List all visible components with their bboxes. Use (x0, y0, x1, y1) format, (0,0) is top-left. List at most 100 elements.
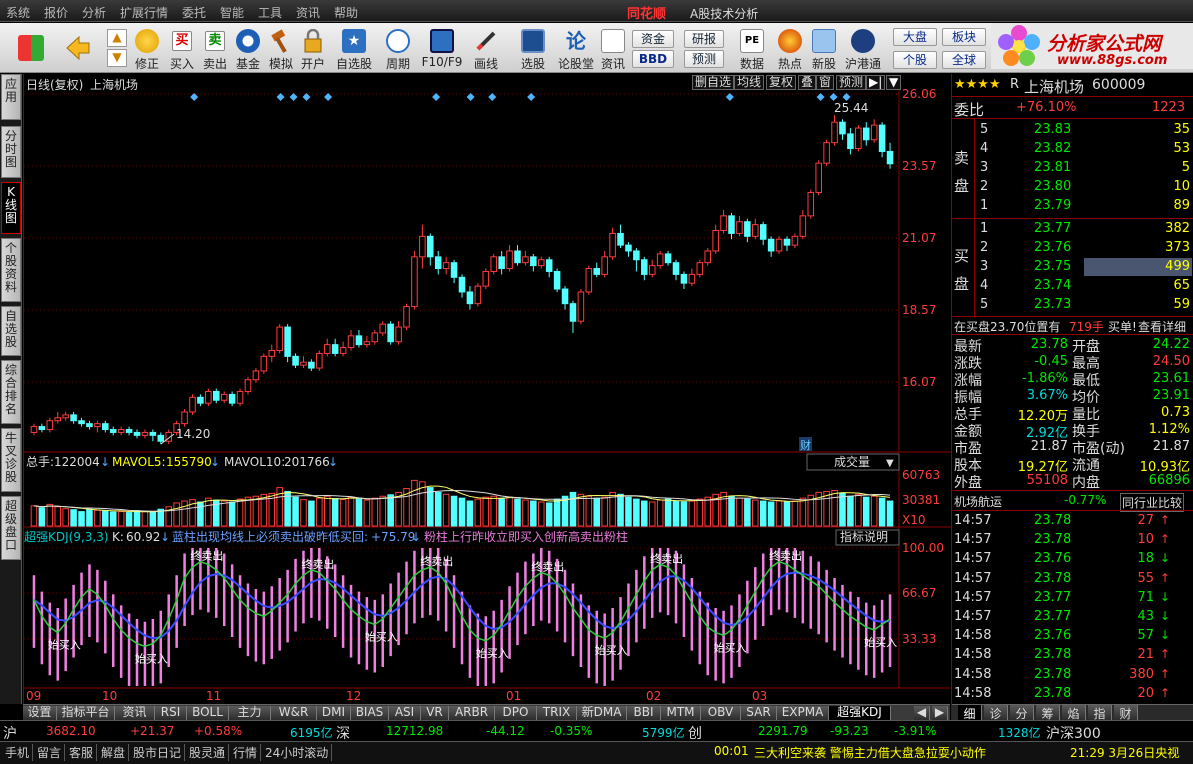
tab-sar[interactable]: SAR (741, 706, 777, 720)
right-tab[interactable]: 细 (958, 705, 982, 721)
menu-news[interactable]: 资讯 (296, 4, 320, 21)
tab-news[interactable]: 资讯 (115, 706, 155, 720)
simulate-button[interactable]: 模拟 (266, 23, 296, 73)
sell-order-row[interactable]: 1 23.79 89 (952, 197, 1192, 216)
sell-order-row[interactable]: 2 23.80 10 (952, 178, 1192, 197)
tab-expma[interactable]: EXPMA (777, 706, 829, 720)
tab-kline[interactable]: K线图 (1, 182, 21, 234)
tab-watchlist[interactable]: 自选股 (1, 306, 21, 356)
single-stock-button[interactable]: 个股 (893, 51, 937, 69)
menu-smart[interactable]: 智能 (220, 4, 244, 21)
cy-index[interactable]: 2291.79 (758, 724, 808, 738)
draw-line-button[interactable]: 画线 (466, 23, 506, 73)
sh-index[interactable]: 3682.10 (46, 724, 96, 738)
right-tab[interactable]: 指 (1088, 705, 1112, 721)
tab-trix[interactable]: TRIX (537, 706, 577, 720)
tab-rsi[interactable]: RSI (155, 706, 187, 720)
research-button[interactable]: 研报 (684, 30, 724, 48)
buy-button[interactable]: 买 买入 (167, 23, 197, 73)
forum-button[interactable]: 论 论股堂 (556, 23, 596, 73)
tab-dmi[interactable]: DMI (317, 706, 351, 720)
menu-quote[interactable]: 报价 (44, 4, 68, 21)
buy-order-row[interactable]: 5 23.73 59 (952, 296, 1192, 315)
menu-system[interactable]: 系统 (6, 4, 30, 21)
link-mobile[interactable]: 手机 (2, 744, 34, 761)
up-arrow-icon[interactable]: ▲ (107, 29, 127, 47)
tab-indicator-platform[interactable]: 指标平台 (57, 706, 115, 720)
link-message[interactable]: 留言 (34, 744, 66, 761)
buy-order-row[interactable]: 2 23.76 373 (952, 239, 1192, 258)
tab-boll[interactable]: BOLL (187, 706, 229, 720)
tab-intraday[interactable]: 分时图 (1, 126, 21, 178)
buy-order-row[interactable]: 3 23.75 499 (952, 258, 1192, 277)
sh-hk-connect-button[interactable]: 沪港通 (842, 23, 884, 73)
down-arrow-icon[interactable]: ▼ (107, 49, 127, 67)
tab-asi[interactable]: ASI (389, 706, 421, 720)
sector-button[interactable]: 板块 (942, 28, 986, 46)
watchlist-button[interactable]: ★ 自选股 (334, 23, 374, 73)
stock-screen-button[interactable]: 选股 (512, 23, 554, 73)
windows-button[interactable] (8, 23, 54, 73)
global-button[interactable]: 全球 (942, 51, 986, 69)
tab-super-depth[interactable]: 超级盘口 (1, 496, 21, 560)
tab-vr[interactable]: VR (421, 706, 449, 720)
link-analysis[interactable]: 解盘 (98, 744, 130, 761)
market-button[interactable]: 大盘 (893, 28, 937, 46)
right-tab[interactable]: 财 (1114, 705, 1138, 721)
forecast-button[interactable]: 预测 (684, 50, 724, 68)
link-service[interactable]: 客服 (66, 744, 98, 761)
open-account-button[interactable]: 开户 (298, 23, 328, 73)
tab-ranking[interactable]: 综合排名 (1, 360, 21, 424)
sector-name[interactable]: 机场航运 (954, 493, 1002, 510)
link-market[interactable]: 行情 (230, 744, 262, 761)
period-button[interactable]: 周期 (378, 23, 418, 73)
tab-dpo[interactable]: DPO (495, 706, 537, 720)
tab-obv[interactable]: OBV (701, 706, 741, 720)
notice-detail-link[interactable]: 查看详细 (1138, 318, 1186, 335)
tab-arbr[interactable]: ARBR (449, 706, 495, 720)
tab-bias[interactable]: BIAS (351, 706, 389, 720)
menu-ext-quote[interactable]: 扩展行情 (120, 4, 168, 21)
bbd-button[interactable]: BBD (632, 50, 674, 68)
link-gulingtong[interactable]: 股灵通 (186, 744, 230, 761)
tab-super-kdj[interactable]: 超强KDJ (829, 706, 891, 720)
news-button[interactable]: 资讯 (598, 23, 628, 73)
sz-index[interactable]: 12712.98 (386, 724, 443, 738)
f10-button[interactable]: F10/F9 (420, 23, 464, 73)
buy-order-row[interactable]: 1 23.77 382 (952, 220, 1192, 239)
menu-analysis[interactable]: 分析 (82, 4, 106, 21)
ipo-button[interactable]: 新股 (808, 23, 840, 73)
right-tab[interactable]: 分 (1010, 705, 1034, 721)
tab-apps[interactable]: 应用 (1, 74, 21, 120)
revise-button[interactable]: 修正 (132, 23, 162, 73)
capital-button[interactable]: 资金 (632, 30, 674, 48)
link-diary[interactable]: 股市日记 (130, 744, 186, 761)
scroll-right-icon[interactable]: ▶ (932, 706, 948, 720)
link-rolling[interactable]: 24小时滚动 (262, 744, 333, 761)
tab-stock-profile[interactable]: 个股资料 (1, 238, 21, 302)
right-tab[interactable]: 焰 (1062, 705, 1086, 721)
scroll-left-icon[interactable]: ◀ (914, 706, 930, 720)
hotspot-button[interactable]: 热点 (774, 23, 806, 73)
back-button[interactable] (58, 23, 96, 73)
sell-order-row[interactable]: 4 23.82 53 (952, 140, 1192, 159)
sell-order-row[interactable]: 5 23.83 35 (952, 121, 1192, 140)
tab-mtm[interactable]: MTM (661, 706, 701, 720)
tab-wr[interactable]: W&R (271, 706, 317, 720)
tab-bbi[interactable]: BBI (627, 706, 661, 720)
right-tab[interactable]: 诊 (984, 705, 1008, 721)
menu-help[interactable]: 帮助 (334, 4, 358, 21)
sell-button[interactable]: 卖 卖出 (200, 23, 230, 73)
tab-diagnosis[interactable]: 牛叉诊股 (1, 428, 21, 492)
sell-order-row[interactable]: 3 23.81 5 (952, 159, 1192, 178)
fund-button[interactable]: 基金 (233, 23, 263, 73)
tab-new-dma[interactable]: 新DMA (577, 706, 627, 720)
buy-order-row[interactable]: 4 23.74 65 (952, 277, 1192, 296)
data-button[interactable]: PE 数据 (734, 23, 770, 73)
news-ticker[interactable]: 三大利空来袭 警惕主力借大盘急拉耍小动作 (754, 744, 986, 761)
up-down-buttons[interactable]: ▲ ▼ (102, 23, 132, 73)
tab-settings[interactable]: 设置 (23, 706, 57, 720)
menu-order[interactable]: 委托 (182, 4, 206, 21)
chart-area[interactable]: 日线(复权) 上海机场 删自选 均线 复权 叠 窗 预测 ▶| ▼ 始买入 始买入… (23, 74, 951, 704)
tab-main-force[interactable]: 主力 (229, 706, 271, 720)
